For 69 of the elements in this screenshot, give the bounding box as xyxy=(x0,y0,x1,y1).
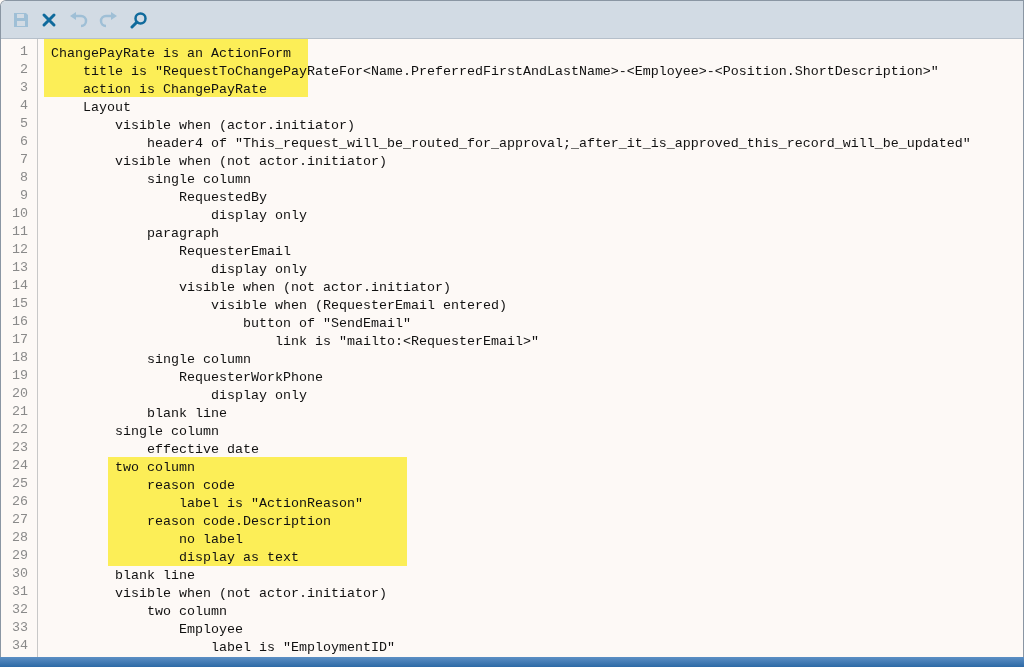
code-line: paragraph xyxy=(145,226,219,241)
code-line: effective date xyxy=(145,442,259,457)
line-number: 32 xyxy=(12,601,28,619)
line-number: 4 xyxy=(20,97,28,115)
line-number: 24 xyxy=(12,457,28,475)
line-number: 10 xyxy=(12,205,28,223)
code-line: Employee xyxy=(177,622,243,637)
code-line: link is "mailto:<RequesterEmail>" xyxy=(273,334,539,349)
line-number: 3 xyxy=(20,79,28,97)
line-number: 9 xyxy=(20,187,28,205)
close-icon[interactable] xyxy=(41,11,57,28)
line-number: 31 xyxy=(12,583,28,601)
line-number: 22 xyxy=(12,421,28,439)
code-line: Layout xyxy=(82,100,131,115)
code-line: display only xyxy=(209,388,307,403)
code-line: display only xyxy=(209,262,307,277)
code-line: no label xyxy=(177,532,243,547)
line-number: 21 xyxy=(12,403,28,421)
line-number: 5 xyxy=(20,115,28,133)
code-line: two column xyxy=(145,604,227,619)
code-line: visible when (not actor.initiator) xyxy=(177,280,451,295)
code-line: label is "EmploymentID" xyxy=(209,640,395,655)
code-line: ChangePayRate is an ActionForm xyxy=(51,46,291,61)
code-line: two column xyxy=(114,460,195,475)
search-icon[interactable] xyxy=(130,10,148,29)
line-number: 13 xyxy=(12,259,28,277)
line-number: 33 xyxy=(12,619,28,637)
line-number: 7 xyxy=(20,151,28,169)
line-number: 18 xyxy=(12,349,28,367)
line-number: 8 xyxy=(20,169,28,187)
code-line: visible when (actor.initiator) xyxy=(114,118,355,133)
code-line: reason code.Description xyxy=(145,514,331,529)
code-line: RequesterEmail xyxy=(177,244,291,259)
line-number: 28 xyxy=(12,529,28,547)
code-line: button of "SendEmail" xyxy=(241,316,411,331)
code-line: RequestedBy xyxy=(177,190,267,205)
code-line: action is ChangePayRate xyxy=(82,82,267,97)
code-line: single column xyxy=(145,172,251,187)
line-number: 14 xyxy=(12,277,28,295)
code-line: visible when (RequesterEmail entered) xyxy=(209,298,507,313)
line-number: 12 xyxy=(12,241,28,259)
line-number: 17 xyxy=(12,331,28,349)
line-number: 1 xyxy=(20,43,28,61)
code-line: blank line xyxy=(114,568,195,583)
code-line: label is "ActionReason" xyxy=(177,496,363,511)
code-line: reason code xyxy=(145,478,235,493)
line-number: 16 xyxy=(12,313,28,331)
code-line: display only xyxy=(209,208,307,223)
code-line: header4 of "This_request_will_be_routed_for_approval;_after_it_is_approved_this_record_will_be_updated" xyxy=(145,136,971,151)
line-number: 27 xyxy=(12,511,28,529)
code-line: blank line xyxy=(145,406,227,421)
code-line: visible when (not actor.initiator) xyxy=(114,586,387,601)
line-number: 26 xyxy=(12,493,28,511)
line-number: 2 xyxy=(20,61,28,79)
line-number: 11 xyxy=(12,223,28,241)
line-number: 6 xyxy=(20,133,28,151)
line-number: 15 xyxy=(12,295,28,313)
line-number: 34 xyxy=(12,637,28,655)
code-line: RequesterWorkPhone xyxy=(177,370,323,385)
code-line: visible when (not actor.initiator) xyxy=(114,154,387,169)
code-line: display as text xyxy=(177,550,299,565)
line-number: 19 xyxy=(12,367,28,385)
code-line: single column xyxy=(114,424,219,439)
line-number: 30 xyxy=(12,565,28,583)
code-line: single column xyxy=(145,352,251,367)
line-number: 25 xyxy=(12,475,28,493)
line-number: 29 xyxy=(12,547,28,565)
line-number: 23 xyxy=(12,439,28,457)
line-number: 20 xyxy=(12,385,28,403)
